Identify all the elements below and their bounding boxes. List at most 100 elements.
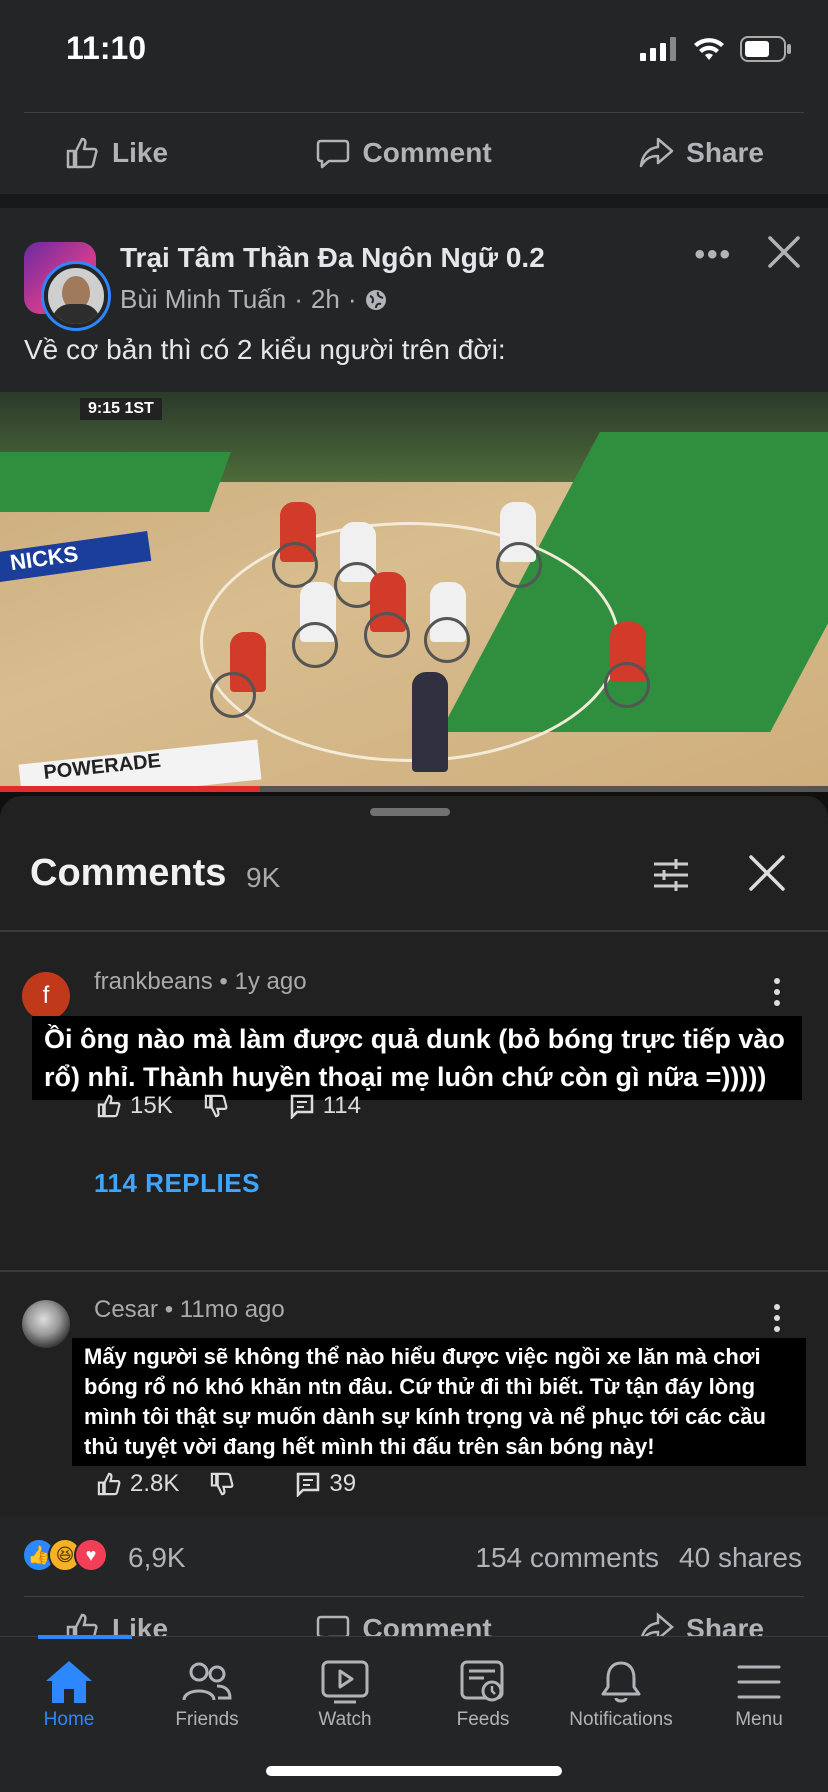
- commenter-avatar[interactable]: f: [22, 972, 70, 1020]
- comment-like-button[interactable]: 2.8K: [96, 1470, 179, 1498]
- tab-label: Friends: [175, 1709, 239, 1730]
- reply-icon: [290, 1094, 313, 1119]
- post-image[interactable]: 9:15 1ST NICKS POWERADE Comments 9K f fr…: [0, 392, 828, 1516]
- video-progress-bar[interactable]: [0, 786, 828, 792]
- share-button[interactable]: Share: [638, 135, 764, 171]
- comment-time: 1y ago: [234, 968, 307, 995]
- court-sign: POWERADE: [18, 739, 262, 792]
- wheelchair: [424, 617, 470, 663]
- comment-button[interactable]: Comment: [315, 1611, 492, 1636]
- status-bar: 11:10: [0, 0, 828, 100]
- tab-watch[interactable]: Watch: [276, 1655, 414, 1731]
- post-header: Trại Tâm Thần Đa Ngôn Ngữ 0.2 Bùi Minh T…: [0, 208, 828, 392]
- menu-icon: [737, 1665, 781, 1699]
- tab-menu[interactable]: Menu: [690, 1655, 828, 1731]
- battery-icon: [740, 36, 791, 62]
- active-tab-indicator: [38, 1635, 132, 1639]
- comment-author[interactable]: Cesar: [94, 1296, 158, 1323]
- meta-separator: ·: [347, 284, 357, 314]
- comment-menu-button[interactable]: [774, 1304, 782, 1337]
- thumbs-down-icon: [211, 1472, 234, 1496]
- court-green-area: [0, 452, 231, 512]
- share-icon: [641, 1612, 675, 1636]
- like-button[interactable]: Like: [64, 1611, 168, 1636]
- share-icon: [639, 137, 674, 167]
- close-icon[interactable]: [746, 852, 788, 894]
- wheelchair: [496, 542, 542, 588]
- reaction-icons[interactable]: 👍 😆 ♥: [22, 1538, 108, 1572]
- share-label: Share: [686, 1613, 764, 1636]
- like-button[interactable]: Like: [64, 135, 168, 171]
- thumbs-up-icon: [66, 1613, 98, 1636]
- close-icon[interactable]: [762, 230, 806, 274]
- commenter-avatar[interactable]: [22, 1300, 70, 1348]
- post-action-row-bottom: Like Comment Share: [24, 1596, 804, 1636]
- thumbs-up-icon: [66, 137, 98, 168]
- wifi-icon: [694, 38, 724, 60]
- comments-sheet: Comments 9K f frankbeans • 1y ago Ồi ông…: [0, 796, 828, 1516]
- comment-reply-button[interactable]: 39: [295, 1470, 356, 1498]
- comments-count-link[interactable]: 154 comments: [475, 1542, 659, 1574]
- bell-icon: [601, 1661, 641, 1703]
- post-text: Về cơ bản thì có 2 kiểu người trên đời:: [24, 334, 506, 365]
- group-name[interactable]: Trại Tâm Thần Đa Ngôn Ngữ 0.2: [120, 242, 545, 274]
- sheet-drag-handle[interactable]: [370, 808, 450, 816]
- wheelchair: [272, 542, 318, 588]
- sort-filter-icon[interactable]: [650, 854, 692, 896]
- comment-icon: [316, 1615, 349, 1636]
- post-author[interactable]: Bùi Minh Tuấn: [120, 284, 286, 315]
- basketball-video-frame: 9:15 1ST NICKS POWERADE: [0, 392, 828, 792]
- avatar-letter: f: [42, 982, 50, 1009]
- comment-text: Ồi ông nào mà làm được quả dunk (bỏ bóng…: [32, 1016, 802, 1100]
- shares-count-link[interactable]: 40 shares: [679, 1542, 802, 1574]
- feeds-icon: [460, 1660, 504, 1702]
- thumbs-up-icon: [97, 1472, 121, 1496]
- tab-label: Notifications: [569, 1709, 673, 1730]
- user-avatar[interactable]: [44, 264, 108, 328]
- sheet-divider: [0, 930, 828, 932]
- share-button[interactable]: Share: [638, 1611, 764, 1636]
- reply-icon: [297, 1472, 320, 1497]
- tab-home[interactable]: Home: [0, 1655, 138, 1731]
- love-reaction-icon: ♥: [74, 1538, 108, 1572]
- home-indicator[interactable]: [266, 1766, 562, 1776]
- status-time: 11:10: [66, 30, 147, 66]
- referee: [412, 672, 448, 772]
- comment-reply-count: 39: [329, 1470, 357, 1497]
- comment-like-button[interactable]: 15K: [96, 1092, 173, 1120]
- share-label: Share: [686, 136, 764, 168]
- thumbs-down-icon: [204, 1094, 228, 1118]
- comment-button[interactable]: Comment: [315, 135, 492, 171]
- feed-divider: [0, 194, 828, 208]
- view-replies-link[interactable]: 114 REPLIES: [94, 1168, 260, 1199]
- post-action-row-top: Like Comment Share: [24, 112, 804, 192]
- tab-feeds[interactable]: Feeds: [414, 1655, 552, 1731]
- tab-notifications[interactable]: Notifications: [552, 1655, 690, 1731]
- comment-dislike-button[interactable]: [203, 1093, 229, 1119]
- tab-label: Feeds: [456, 1709, 510, 1730]
- like-label: Like: [112, 1613, 169, 1636]
- comment-reply-button[interactable]: 114: [289, 1092, 361, 1120]
- tab-friends[interactable]: Friends: [138, 1655, 276, 1731]
- cellular-signal-icon: [640, 37, 676, 61]
- comment-like-count: 2.8K: [130, 1470, 180, 1497]
- comment-meta: Cesar • 11mo ago: [94, 1296, 285, 1323]
- comment-menu-button[interactable]: [774, 978, 782, 1011]
- more-options-button[interactable]: •••: [694, 238, 732, 272]
- comment-reply-count: 114: [322, 1092, 361, 1119]
- reactions-bar: 👍 😆 ♥ 6,9K 154 comments 40 shares: [0, 1516, 828, 1596]
- comment-author[interactable]: frankbeans: [94, 968, 213, 995]
- comment-dislike-button[interactable]: [209, 1471, 235, 1497]
- comment-label: Comment: [362, 1613, 492, 1636]
- home-icon: [46, 1661, 92, 1703]
- tab-label: Menu: [735, 1709, 783, 1730]
- video-progress-fill: [0, 786, 260, 792]
- status-icons: [640, 36, 792, 62]
- reaction-count[interactable]: 6,9K: [128, 1542, 186, 1574]
- comment-text: Mấy người sẽ không thể nào hiểu được việ…: [72, 1338, 806, 1466]
- watch-icon: [321, 1660, 369, 1704]
- tab-label: Watch: [318, 1709, 372, 1730]
- post-time[interactable]: 2h: [311, 284, 340, 315]
- wheelchair: [604, 662, 650, 708]
- comment-like-count: 15K: [130, 1092, 173, 1119]
